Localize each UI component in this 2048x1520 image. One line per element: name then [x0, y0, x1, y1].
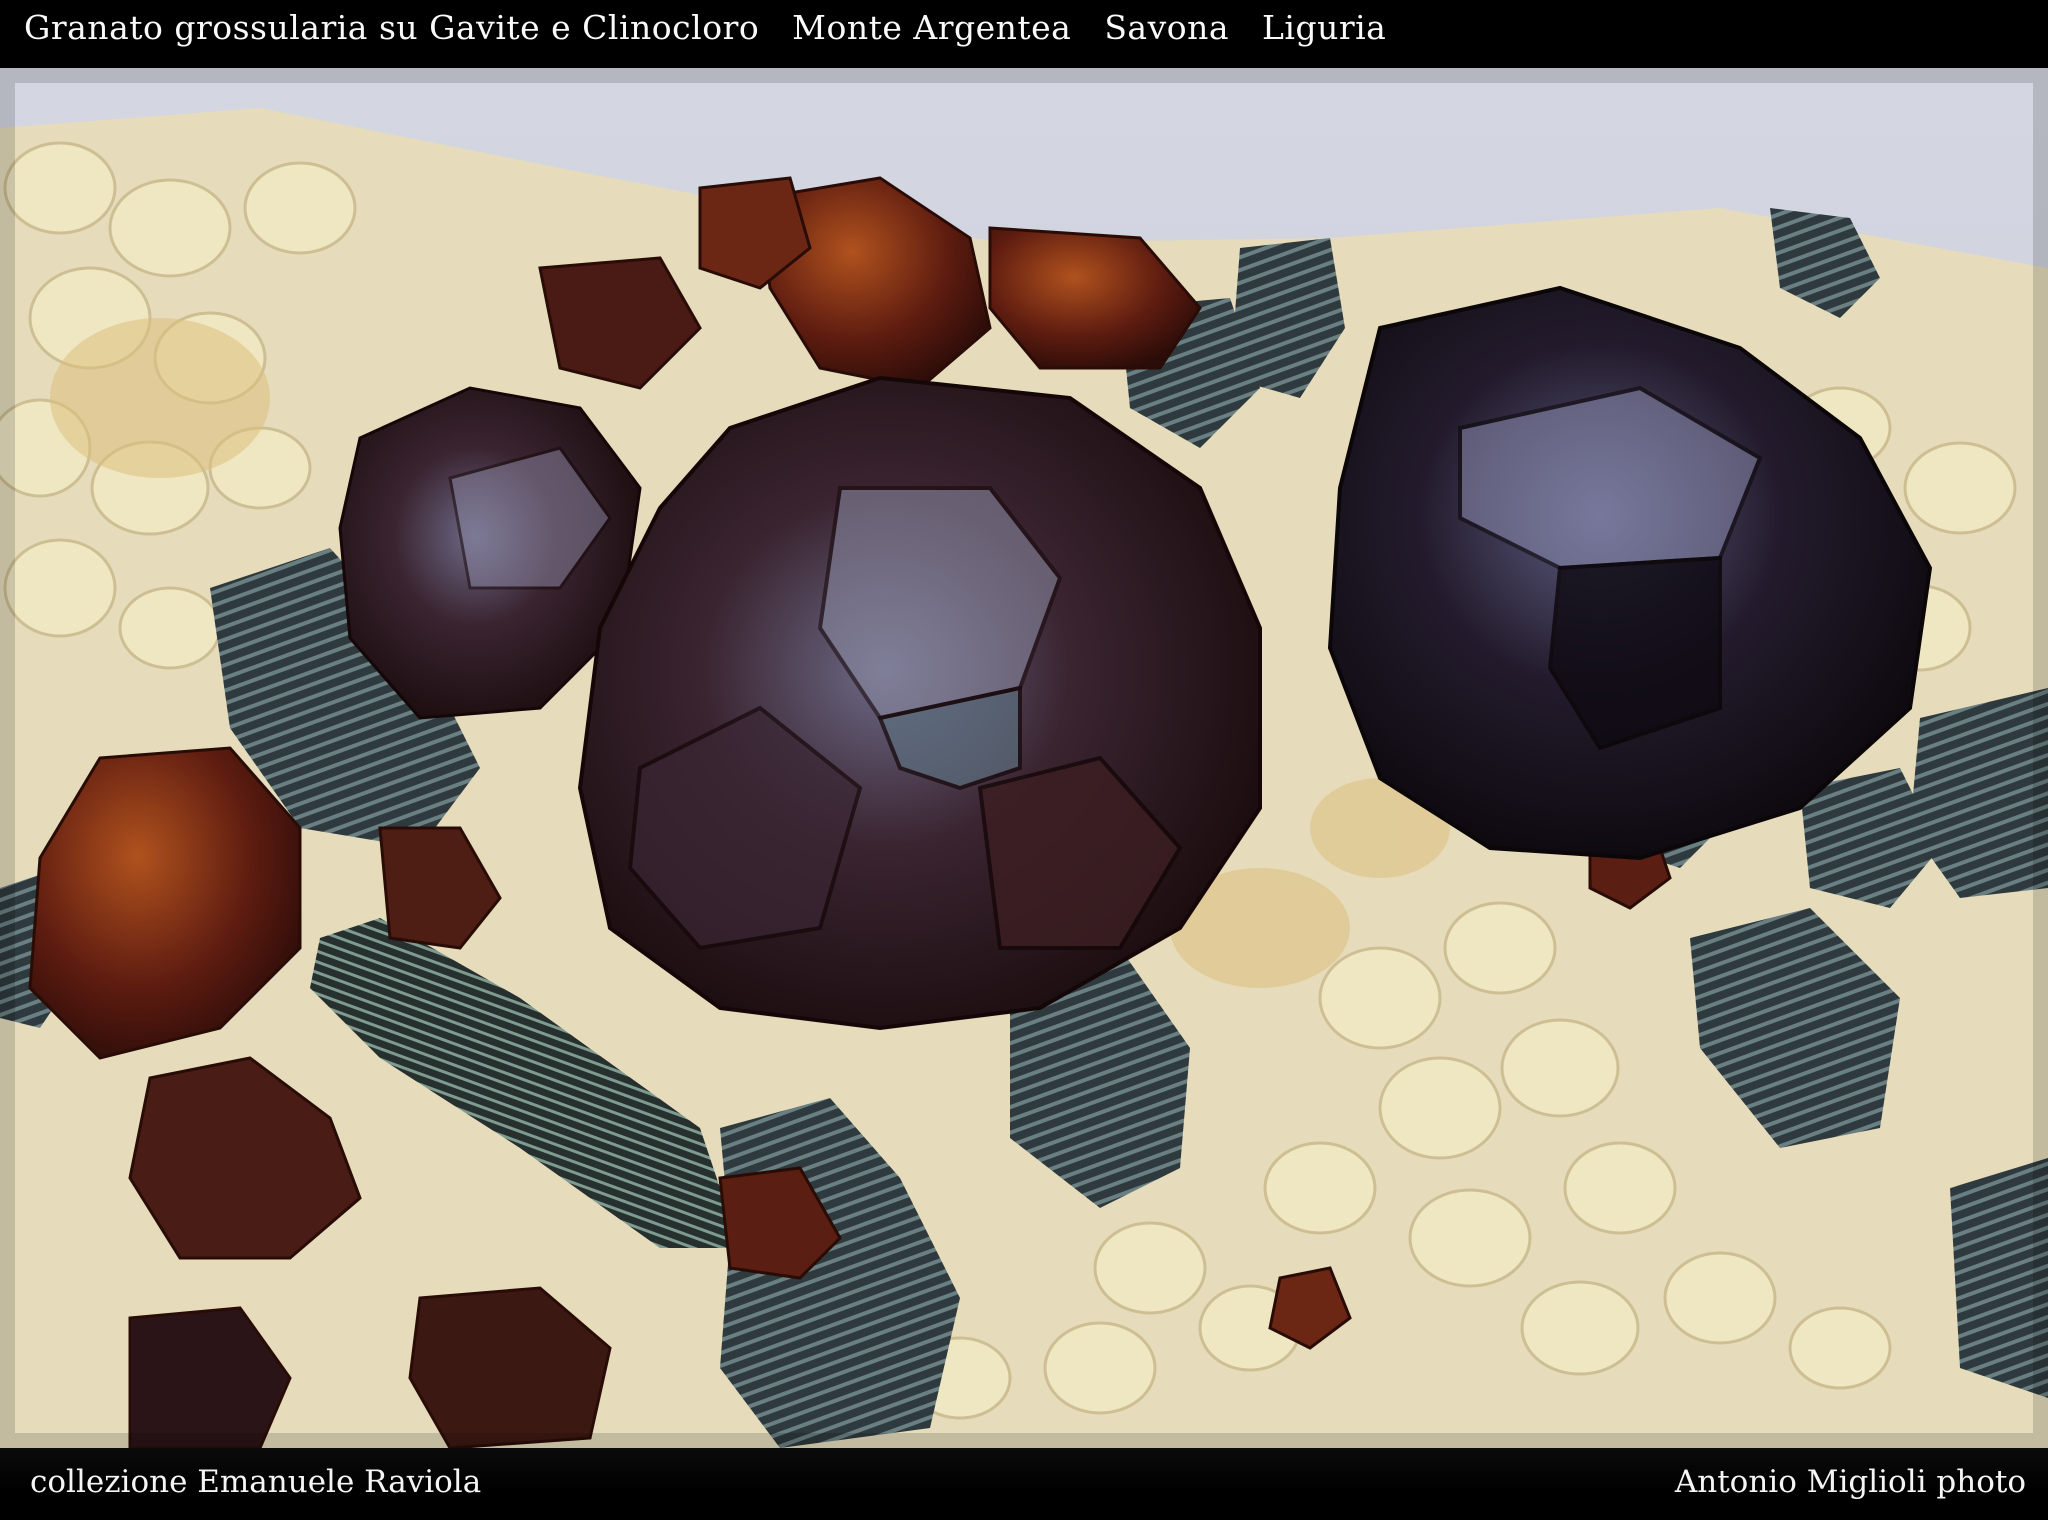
title-bar: Granato grossularia su Gavite e Clinoclo…	[0, 0, 2048, 68]
mineral-photo	[0, 68, 2048, 1448]
photo-title: Granato grossularia su Gavite e Clinoclo…	[24, 8, 1387, 47]
credits-bar: collezione Emanuele Raviola Antonio Migl…	[0, 1448, 2048, 1520]
collection-credit: collezione Emanuele Raviola	[30, 1464, 482, 1500]
photographer-credit: Antonio Miglioli photo	[1674, 1464, 2026, 1500]
mineral-specimen-illustration	[0, 68, 2048, 1448]
